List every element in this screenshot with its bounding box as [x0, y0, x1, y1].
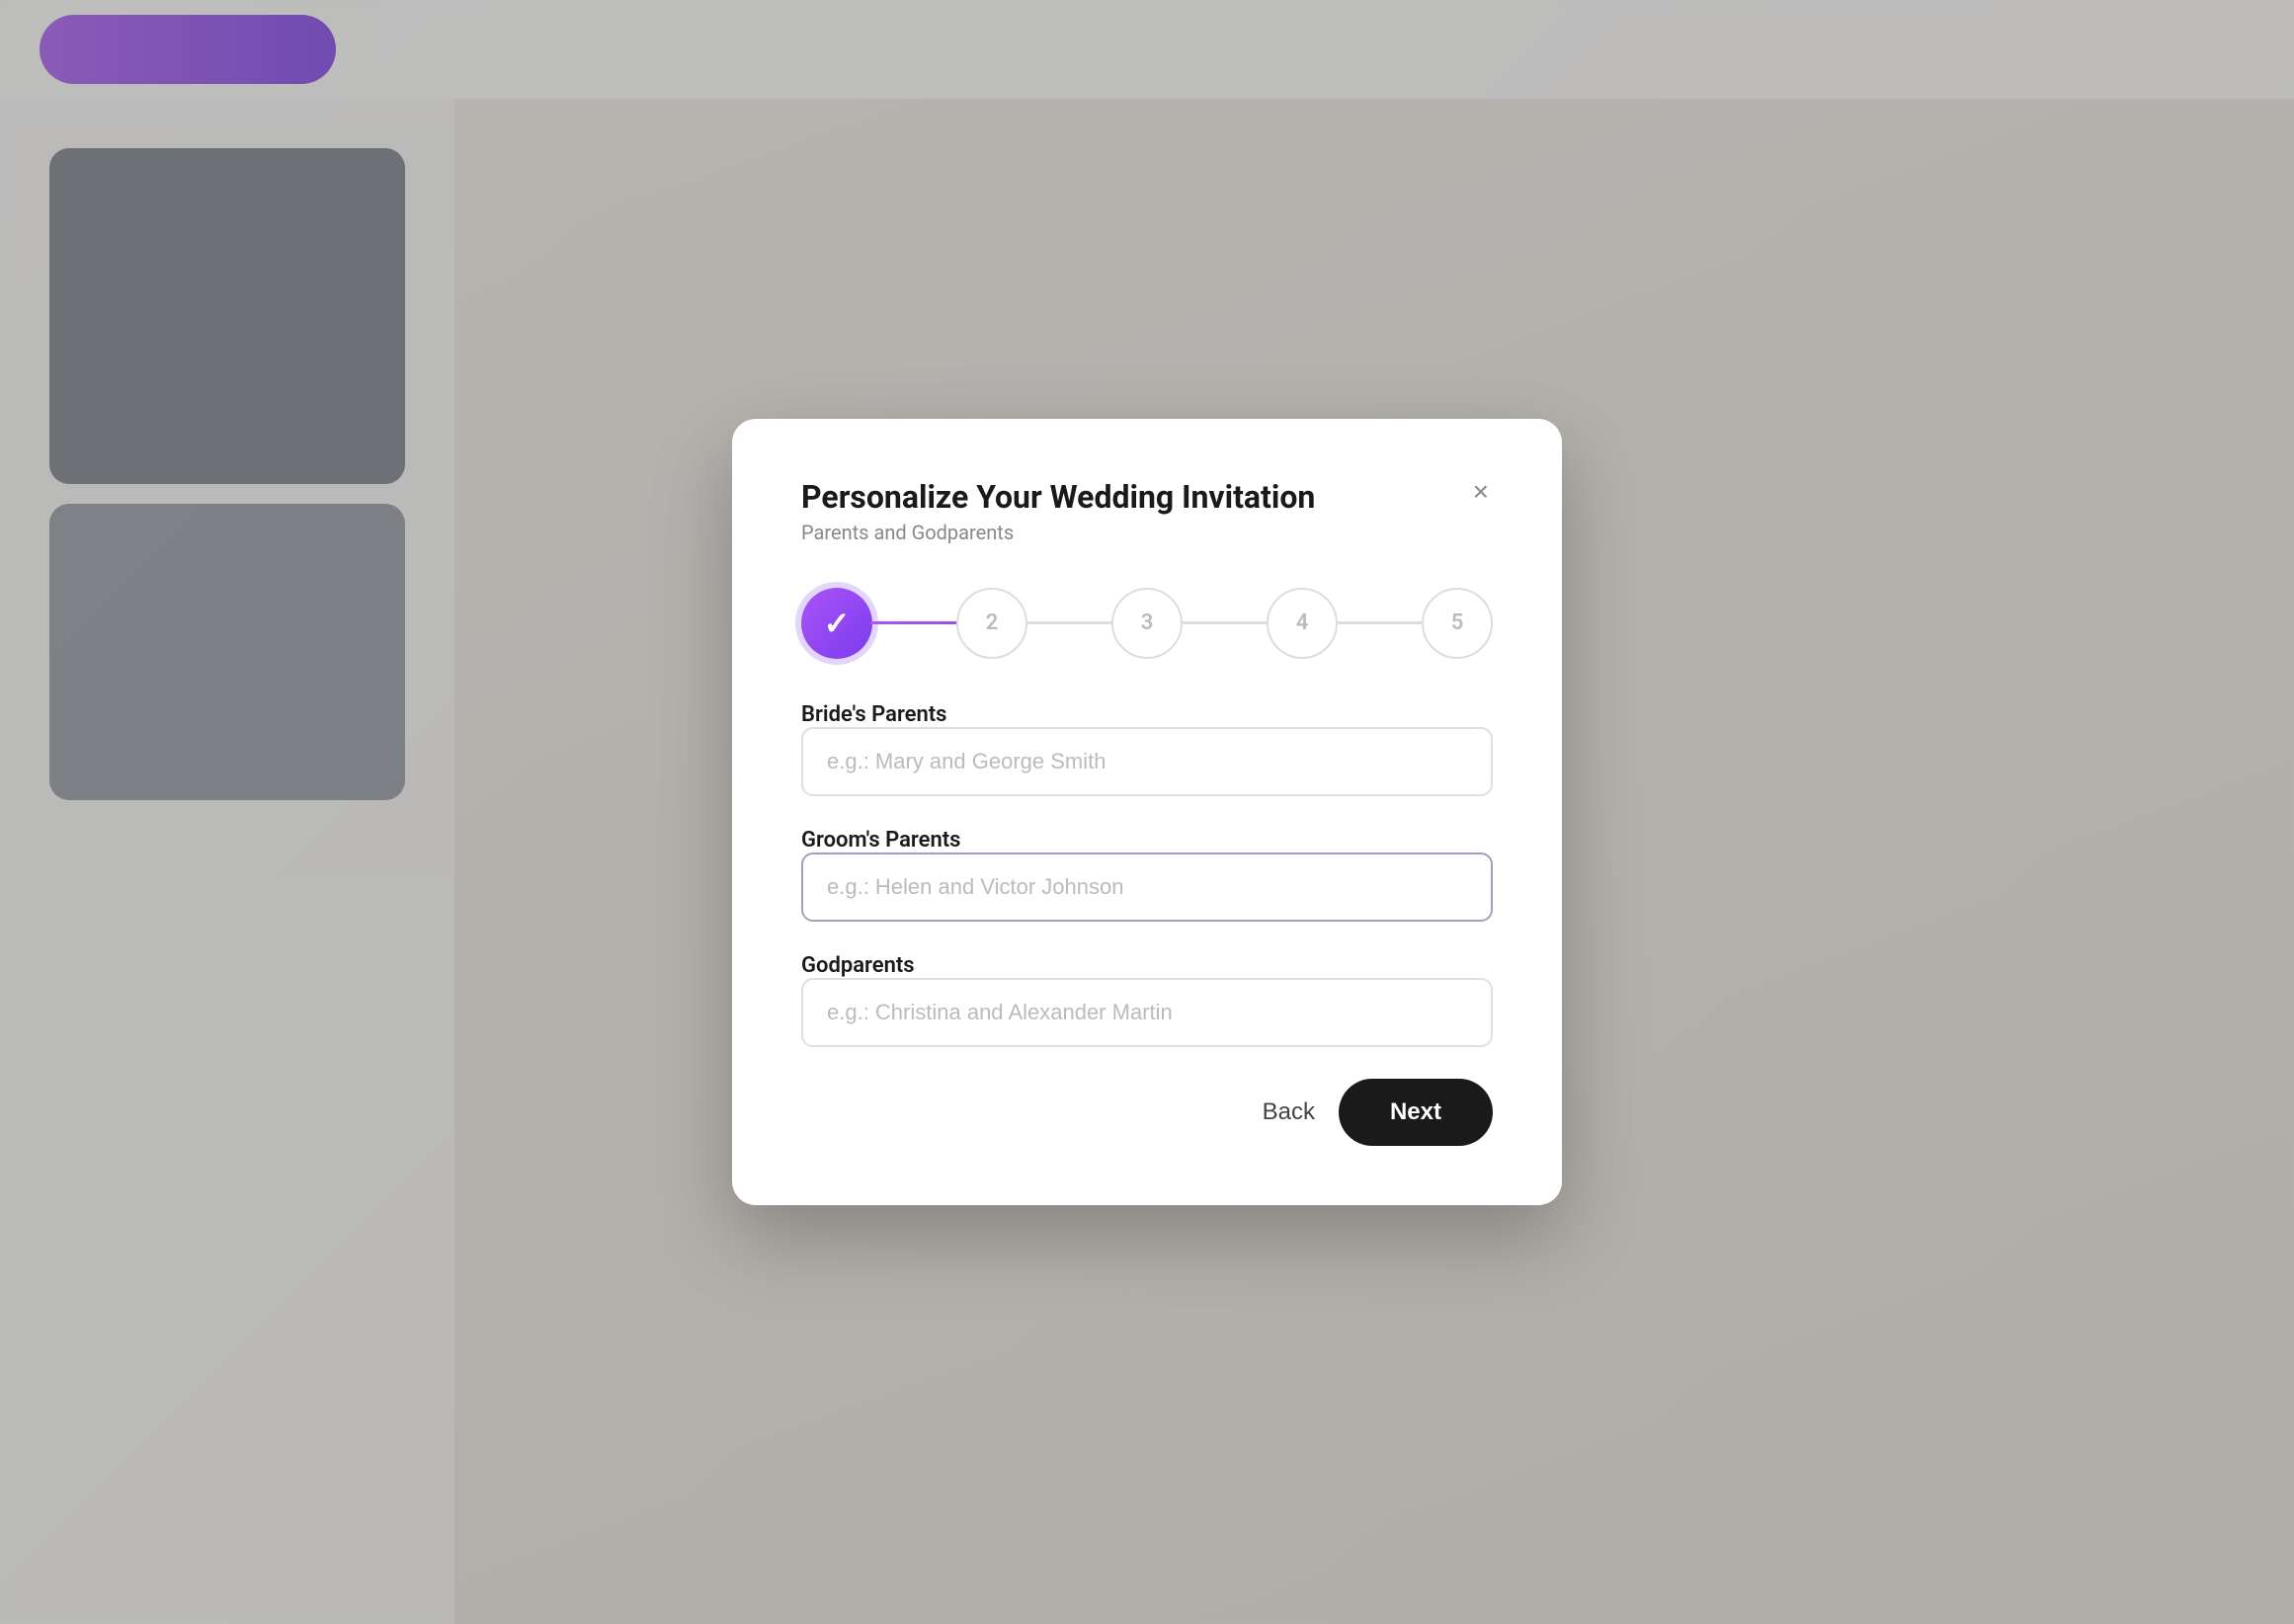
- steps-progress: ✓ 2 3 4 5: [801, 588, 1493, 659]
- grooms-parents-group: Groom's Parents: [801, 828, 1493, 922]
- step-connector-4: [1336, 621, 1424, 624]
- modal-title-group: Personalize Your Wedding Invitation Pare…: [801, 478, 1315, 579]
- brides-parents-label: Bride's Parents: [801, 702, 947, 727]
- step-connector-1: [870, 621, 958, 624]
- modal-title: Personalize Your Wedding Invitation: [801, 478, 1315, 516]
- step-2-label: 2: [986, 610, 999, 635]
- step-3-label: 3: [1141, 610, 1154, 635]
- modal-subtitle: Parents and Godparents: [801, 521, 1315, 544]
- modal-header: Personalize Your Wedding Invitation Pare…: [801, 478, 1493, 579]
- step-3[interactable]: 3: [1111, 588, 1183, 659]
- step-2[interactable]: 2: [956, 588, 1027, 659]
- modal-wrapper: Personalize Your Wedding Invitation Pare…: [0, 0, 2294, 1624]
- brides-parents-input[interactable]: [801, 727, 1493, 796]
- modal-footer: Back Next: [801, 1079, 1493, 1146]
- step-1[interactable]: ✓: [801, 588, 872, 659]
- step-4-label: 4: [1296, 610, 1309, 635]
- step-4[interactable]: 4: [1267, 588, 1338, 659]
- godparents-label: Godparents: [801, 953, 915, 978]
- step-5-label: 5: [1451, 610, 1464, 635]
- close-button[interactable]: ×: [1469, 474, 1493, 510]
- godparents-group: Godparents: [801, 953, 1493, 1047]
- godparents-input[interactable]: [801, 978, 1493, 1047]
- back-button[interactable]: Back: [1263, 1098, 1315, 1126]
- next-button[interactable]: Next: [1339, 1079, 1493, 1146]
- check-icon: ✓: [824, 605, 851, 642]
- step-connector-2: [1025, 621, 1113, 624]
- step-5[interactable]: 5: [1422, 588, 1493, 659]
- personalize-modal: Personalize Your Wedding Invitation Pare…: [732, 419, 1562, 1204]
- step-connector-3: [1181, 621, 1269, 624]
- brides-parents-group: Bride's Parents: [801, 702, 1493, 796]
- grooms-parents-input[interactable]: [801, 853, 1493, 922]
- grooms-parents-label: Groom's Parents: [801, 828, 960, 853]
